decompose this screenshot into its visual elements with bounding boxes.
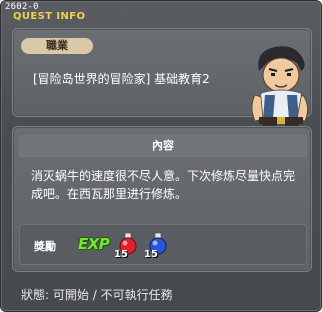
red-potion-icon[interactable]: 15 xyxy=(114,231,140,260)
npc-character-icon xyxy=(251,46,308,136)
blue-potion-icon[interactable]: 15 xyxy=(144,231,170,260)
status-not-executable: 不可執行任務 xyxy=(100,288,173,302)
status-separator: / xyxy=(88,288,101,302)
window-title: QUEST INFO xyxy=(13,11,86,22)
job-tag: 職業 xyxy=(21,38,93,54)
content-header: 內容 xyxy=(19,135,307,157)
reward-label: 獎勵 xyxy=(34,240,56,253)
quest-summary-panel: 職業 [冒险岛世界的冒险家] 基础教育2 xyxy=(12,28,312,136)
quest-description: 消灭蜗牛的速度很不尽人意。下次修炼尽量快点完成吧。在西瓦那里进行修炼。 xyxy=(31,169,296,201)
blue-potion-quantity: 15 xyxy=(144,249,158,260)
exp-icon: EXP xyxy=(78,235,110,253)
quest-status: 狀態: 可開始 / 不可執行任務 xyxy=(21,286,173,303)
quest-info-window: 2602-0 QUEST INFO 職業 [冒险岛世界的冒险家] 基础教育2 內… xyxy=(0,0,322,312)
status-colon: : xyxy=(45,288,53,302)
status-label: 狀態 xyxy=(21,288,46,302)
reward-box: 獎勵 EXP 15 15 xyxy=(19,224,307,265)
red-potion-quantity: 15 xyxy=(114,249,128,260)
quest-content-panel: 內容 消灭蜗牛的速度很不尽人意。下次修炼尽量快点完成吧。在西瓦那里进行修炼。 獎… xyxy=(12,126,312,272)
quest-name: [冒险岛世界的冒险家] 基础教育2 xyxy=(33,72,210,86)
status-startable: 可開始 xyxy=(52,288,89,302)
